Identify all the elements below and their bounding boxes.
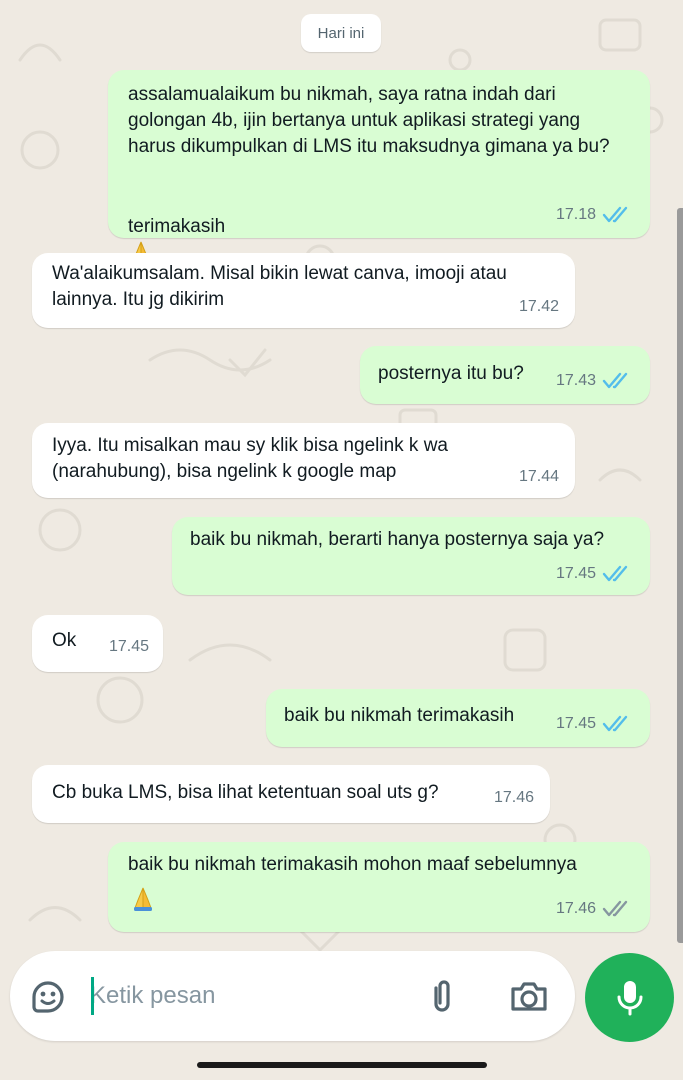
message-meta: 17.45: [556, 711, 634, 737]
camera-icon[interactable]: [508, 977, 550, 1015]
message-text: baik bu nikmah, berarti hanya posternya …: [190, 529, 605, 550]
message-meta: 17.44: [519, 464, 559, 490]
read-ticks-icon: [602, 372, 628, 389]
date-divider: Hari ini: [301, 14, 381, 52]
message-meta: 17.18: [556, 202, 634, 228]
message-bubble-outgoing[interactable]: assalamualaikum bu nikmah, saya ratna in…: [108, 70, 650, 265]
message-time: 17.46: [493, 789, 534, 806]
message-bubble-incoming[interactable]: Wa'alaikumsalam. Misal bikin lewat canva…: [32, 253, 575, 328]
message-time: 17.45: [108, 638, 149, 655]
message-text-secondary: terimakasih: [128, 216, 226, 237]
message-text: posternya itu bu?: [378, 363, 524, 384]
paperclip-icon[interactable]: [425, 976, 459, 1016]
microphone-button[interactable]: [585, 953, 674, 1042]
message-text: Ok: [52, 630, 77, 651]
delivered-ticks-icon: [602, 900, 628, 917]
message-text: Cb buka LMS, bisa lihat ketentuan soal u…: [52, 782, 439, 803]
read-ticks-icon: [602, 206, 628, 223]
message-bubble-incoming[interactable]: Iyya. Itu misalkan mau sy klik bisa ngel…: [32, 423, 575, 498]
message-time: 17.43: [555, 372, 596, 389]
scrollbar[interactable]: [677, 208, 683, 943]
home-indicator[interactable]: [197, 1062, 487, 1068]
message-composer: Ketik pesan: [10, 951, 575, 1041]
microphone-icon: [617, 980, 642, 1015]
message-time: 17.46: [555, 900, 596, 917]
message-meta: 17.45: [109, 634, 149, 660]
message-bubble-outgoing[interactable]: baik bu nikmah, berarti hanya posternya …: [172, 517, 650, 595]
message-meta: 17.42: [519, 294, 559, 320]
message-bubble-incoming[interactable]: Ok 17.45: [32, 615, 163, 672]
message-meta: 17.46: [494, 785, 534, 811]
message-time: 17.44: [518, 468, 559, 485]
message-text: Wa'alaikumsalam. Misal bikin lewat canva…: [52, 263, 507, 310]
message-input-placeholder: Ketik pesan: [90, 982, 216, 1009]
message-meta: 17.46: [556, 896, 634, 922]
read-ticks-icon: [602, 715, 628, 732]
message-bubble-outgoing[interactable]: baik bu nikmah terimakasih mohon maaf se…: [108, 842, 650, 932]
message-text: baik bu nikmah terimakasih mohon maaf se…: [128, 854, 577, 875]
date-label: Hari ini: [317, 24, 365, 42]
read-ticks-icon: [602, 565, 628, 582]
text-cursor: [91, 977, 94, 1015]
message-bubble-outgoing[interactable]: baik bu nikmah terimakasih 17.45: [266, 689, 650, 747]
folded-hands-emoji-icon: [134, 887, 152, 911]
message-time: 17.45: [555, 715, 596, 732]
message-bubble-outgoing[interactable]: posternya itu bu? 17.43: [360, 346, 650, 404]
message-text: assalamualaikum bu nikmah, saya ratna in…: [128, 84, 610, 157]
message-time: 17.45: [555, 565, 596, 582]
sticker-icon[interactable]: [28, 977, 68, 1017]
message-time: 17.18: [555, 206, 596, 223]
message-meta: 17.43: [556, 368, 634, 394]
message-text: Iyya. Itu misalkan mau sy klik bisa ngel…: [52, 435, 448, 482]
message-bubble-incoming[interactable]: Cb buka LMS, bisa lihat ketentuan soal u…: [32, 765, 550, 823]
message-text: baik bu nikmah terimakasih: [284, 705, 515, 726]
message-input[interactable]: Ketik pesan: [90, 975, 400, 1017]
message-meta: 17.45: [556, 561, 634, 587]
message-time: 17.42: [518, 298, 559, 315]
